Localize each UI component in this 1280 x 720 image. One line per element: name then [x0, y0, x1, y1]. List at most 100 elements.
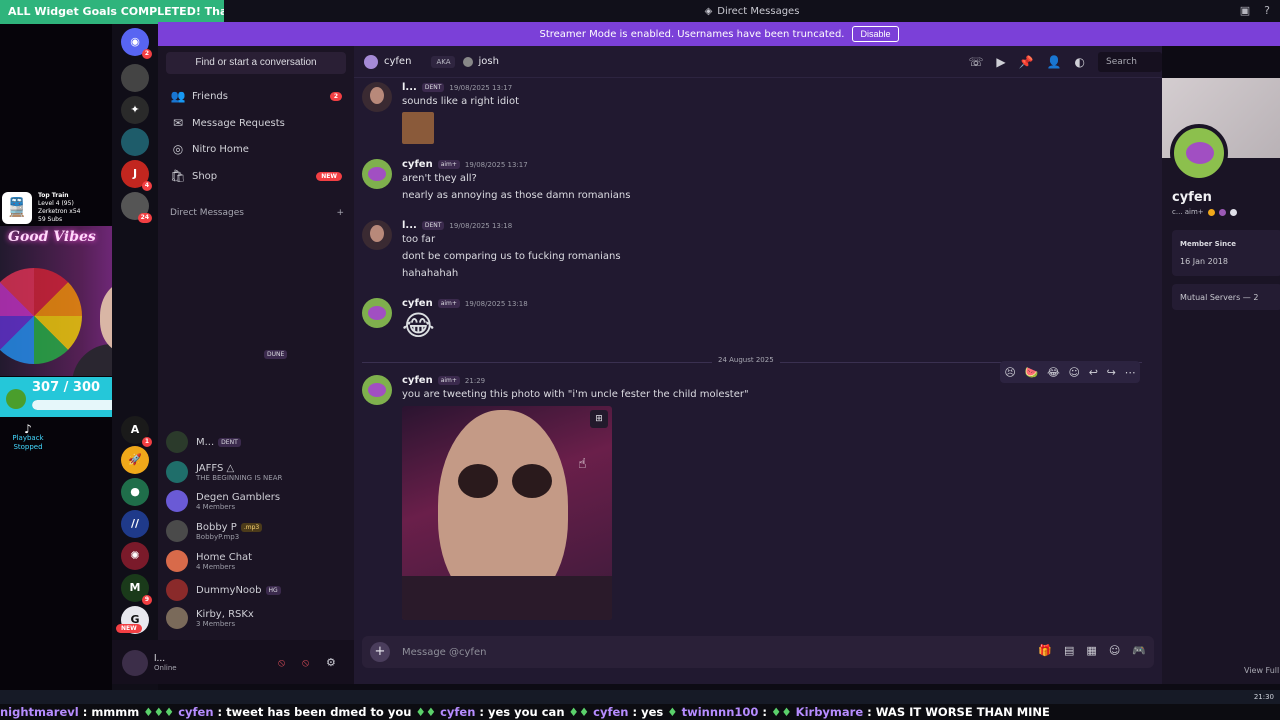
- user-avatar[interactable]: [122, 650, 148, 676]
- video-call-icon[interactable]: ▶: [996, 55, 1005, 69]
- gif-icon[interactable]: ▤: [1064, 644, 1074, 657]
- voice-call-icon[interactable]: ☏: [968, 55, 983, 69]
- image-options-icon[interactable]: ⊞: [590, 410, 608, 428]
- dm-item[interactable]: DummyNoob HG: [166, 578, 350, 602]
- server-icon[interactable]: [121, 128, 149, 156]
- nav-shop[interactable]: 🛍 Shop NEW: [164, 164, 348, 188]
- mic-muted-icon[interactable]: ⦸: [278, 656, 285, 670]
- ticker-username: cyfen: [178, 705, 214, 719]
- header-actions: ☏ ▶ 📌 👤 ◐ Search: [968, 52, 1162, 72]
- avatar[interactable]: [362, 220, 392, 250]
- avatar: [166, 550, 188, 572]
- settings-gear-icon[interactable]: ⚙: [326, 656, 336, 669]
- gift-icon[interactable]: 🎁: [1038, 644, 1052, 657]
- message-header: cyfen aim+ 19/08/2025 13:18: [402, 298, 528, 309]
- ticker-username: cyfen: [593, 705, 629, 719]
- photo-shirt: [402, 576, 612, 620]
- sticker-image[interactable]: [402, 112, 434, 144]
- server-icon[interactable]: 24: [121, 192, 152, 223]
- server-icon[interactable]: ✦: [121, 96, 149, 124]
- dm-tag: .mp3: [240, 522, 263, 532]
- chat-message: l... DENT 19/08/2025 13:17 sounds like a…: [362, 82, 1142, 144]
- emoji-icon[interactable]: ☺: [1109, 644, 1120, 657]
- create-dm-plus-icon[interactable]: +: [336, 208, 344, 218]
- pin-icon[interactable]: 📌: [1019, 55, 1034, 69]
- server-icon[interactable]: ✺: [121, 542, 149, 570]
- dm-item[interactable]: Kirby, RSKx 3 Members: [166, 606, 350, 630]
- profile-avatar[interactable]: [1170, 124, 1228, 182]
- message-author[interactable]: cyfen: [402, 298, 433, 309]
- dm-tag: DENT: [218, 437, 241, 447]
- system-clock: 21:30: [1253, 693, 1274, 701]
- dm-item[interactable]: Bobby P .mp3 BobbyP.mp3: [166, 519, 350, 543]
- server-icon[interactable]: //: [121, 510, 149, 538]
- dm-subtext: BobbyP.mp3: [196, 532, 240, 541]
- server-icon-a[interactable]: A1: [121, 416, 152, 447]
- avatar[interactable]: [362, 159, 392, 189]
- author-tag: aim+: [437, 299, 460, 308]
- view-full-profile-link[interactable]: View Full: [1244, 666, 1279, 675]
- attached-photo[interactable]: ⊞: [402, 406, 612, 620]
- mutual-servers-card[interactable]: Mutual Servers — 2: [1172, 284, 1280, 310]
- server-letter: A: [130, 423, 140, 436]
- message-text: dont be comparing us to fucking romanian…: [402, 251, 621, 262]
- deafen-icon[interactable]: ⦸: [302, 656, 309, 670]
- nav-message-requests[interactable]: ✉ Message Requests: [164, 111, 348, 135]
- message-author[interactable]: l...: [402, 220, 417, 231]
- inbox-icon[interactable]: ▣: [1240, 4, 1250, 17]
- dm-sidebar: Find or start a conversation 👥 Friends 2…: [158, 46, 354, 684]
- avatar: [166, 431, 188, 453]
- nav-label: Nitro Home: [192, 143, 249, 155]
- dm-item[interactable]: Degen Gamblers 4 Members: [166, 489, 350, 513]
- window-title: Direct Messages: [717, 5, 800, 17]
- message-author[interactable]: l...: [402, 82, 417, 93]
- home-button[interactable]: ◉ 2: [121, 28, 152, 59]
- add-friends-to-dm-icon[interactable]: 👤: [1047, 55, 1062, 69]
- nav-friends[interactable]: 👥 Friends 2: [164, 84, 348, 108]
- dm-meta: Home Chat 4 Members: [196, 552, 252, 571]
- message-author[interactable]: cyfen: [402, 375, 433, 386]
- server-badge: 24: [137, 213, 152, 223]
- rocket-server-icon[interactable]: 🚀: [121, 446, 149, 474]
- dm-item[interactable]: M... DENT: [166, 430, 350, 454]
- profile-name: cyfen: [1172, 190, 1212, 205]
- dm-name: DummyNoob HG: [196, 585, 281, 596]
- train-title: Top Train: [38, 192, 69, 199]
- dm-item[interactable]: JAFFS △ THE BEGINNING IS NEAR: [166, 460, 350, 484]
- sticker-icon[interactable]: ▦: [1086, 644, 1096, 657]
- search-box[interactable]: Search: [1098, 52, 1162, 72]
- disable-streamer-mode-button[interactable]: Disable: [852, 26, 899, 42]
- server-icon[interactable]: M9: [121, 574, 152, 605]
- home-badge: 2: [141, 49, 152, 59]
- nav-label: Shop: [192, 170, 218, 182]
- author-tag: aim+: [437, 376, 460, 385]
- message-input[interactable]: [402, 636, 902, 668]
- apps-icon[interactable]: 🎮: [1132, 644, 1146, 657]
- train-subs: 59 Subs: [38, 216, 63, 223]
- server-icon[interactable]: J4: [121, 160, 152, 191]
- server-icon[interactable]: ●: [121, 478, 149, 506]
- ticker-username: Kirbymare: [795, 705, 864, 719]
- user-status: Online: [154, 664, 177, 672]
- nav-nitro-home[interactable]: ◎ Nitro Home: [164, 137, 348, 161]
- message-author[interactable]: cyfen: [402, 159, 433, 170]
- user-profile-toggle-icon[interactable]: ◐: [1075, 55, 1085, 69]
- message-text: too far: [402, 234, 436, 245]
- message-composer: + 🎁 ▤ ▦ ☺ 🎮: [362, 636, 1154, 668]
- avatar[interactable]: [362, 375, 392, 405]
- dm-item[interactable]: Home Chat 4 Members: [166, 549, 350, 573]
- avatar[interactable]: [362, 82, 392, 112]
- chat-panel: cyfen AKA josh ☏ ▶ 📌 👤 ◐ Search l... DEN…: [354, 46, 1162, 684]
- upload-plus-icon[interactable]: +: [370, 642, 390, 662]
- chat-message: cyfen aim+ 19/08/2025 13:18 😂: [362, 298, 1142, 348]
- help-icon[interactable]: ?: [1264, 4, 1270, 17]
- server-badge: 1: [141, 437, 152, 447]
- aka-avatar: [463, 56, 474, 67]
- badge-icon: [1207, 208, 1215, 216]
- ticker-message: : tweet has been dmed to you: [217, 705, 412, 719]
- avatar[interactable]: [362, 298, 392, 328]
- dm-item[interactable]: DUNE: [264, 342, 354, 366]
- avatar: [166, 520, 188, 542]
- find-conversation-button[interactable]: Find or start a conversation: [166, 52, 346, 74]
- server-icon[interactable]: [121, 64, 149, 92]
